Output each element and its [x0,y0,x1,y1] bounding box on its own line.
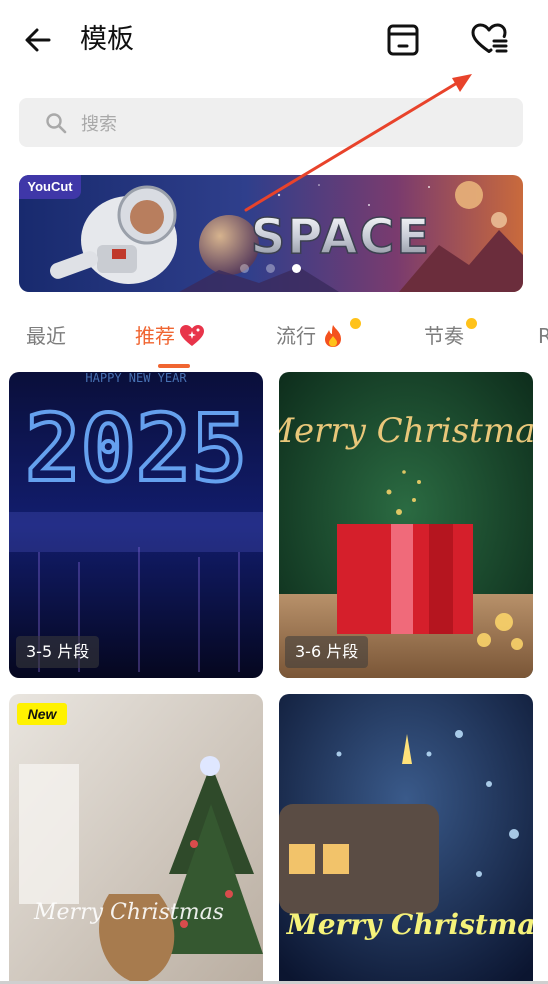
banner-headline: SPACE [251,209,432,265]
search-icon [46,112,67,133]
card-subject: 2025 [25,395,247,502]
carousel-dot [240,264,249,273]
heart-list-icon [471,23,508,53]
active-tab-indicator [158,364,190,368]
tab-label: 推荐 [135,324,175,348]
drafts-button[interactable] [381,18,425,62]
tab-label: R [538,324,548,348]
tab-recommended[interactable]: 推荐 [135,316,205,356]
template-thumbnail: 2025 HAPPY NEW YEAR [9,372,263,678]
svg-text:HAPPY NEW YEAR: HAPPY NEW YEAR [85,372,187,385]
template-card[interactable]: 2025 HAPPY NEW YEAR 3-5 片段 [9,372,263,678]
carousel-indicator [240,264,301,273]
template-card[interactable]: Merry Christmas New [9,694,263,984]
carousel-dot [266,264,275,273]
tab-recent[interactable]: 最近 [26,316,66,356]
search-placeholder: 搜索 [81,113,117,135]
tab-rhythm[interactable]: 节奏 [424,316,464,356]
page-title: 模板 [80,24,134,55]
tab-label: 最近 [26,324,66,348]
banner-artwork: SPACE [19,175,523,292]
template-card[interactable]: Merry Christmas [279,694,533,984]
card-subject: Merry Christmas [279,411,533,451]
back-button[interactable] [18,20,58,60]
favorites-button[interactable] [467,18,511,62]
card-subject: Merry Christmas [33,900,224,925]
tab-popular[interactable]: 流行 [276,316,344,356]
brand-badge: YouCut [19,175,81,199]
template-thumbnail: Merry Christmas [279,694,533,984]
template-grid: 2025 HAPPY NEW YEAR 3-5 片段 erry Christm … [0,372,548,984]
tab-label: 节奏 [424,324,464,348]
carousel-dot-active [292,264,301,273]
new-badge: New [17,703,67,725]
search-input[interactable]: 搜索 [19,98,523,147]
clip-count-badge: 3-6 片段 [285,636,369,668]
tab-more[interactable]: R [538,316,548,356]
new-content-dot [350,318,361,329]
template-thumbnail: Merry Christmas [9,694,263,984]
template-thumbnail: Merry Christmas [279,372,533,678]
new-content-dot [466,318,477,329]
promo-banner[interactable]: SPACE YouCut [19,175,523,292]
category-tabs: 最近 推荐 流行 节奏 R [0,304,548,370]
template-card[interactable]: Merry Christmas 3-6 片段 [279,372,533,678]
sparkling-heart-icon [180,325,204,346]
tab-label: 流行 [276,324,316,348]
card-subject: Merry Christmas [286,908,533,941]
fire-icon [325,325,341,347]
clip-count-badge: 3-5 片段 [16,636,100,668]
arrow-left-icon [25,28,51,52]
template-box-icon [387,24,419,56]
app-header: 模板 [0,0,548,84]
